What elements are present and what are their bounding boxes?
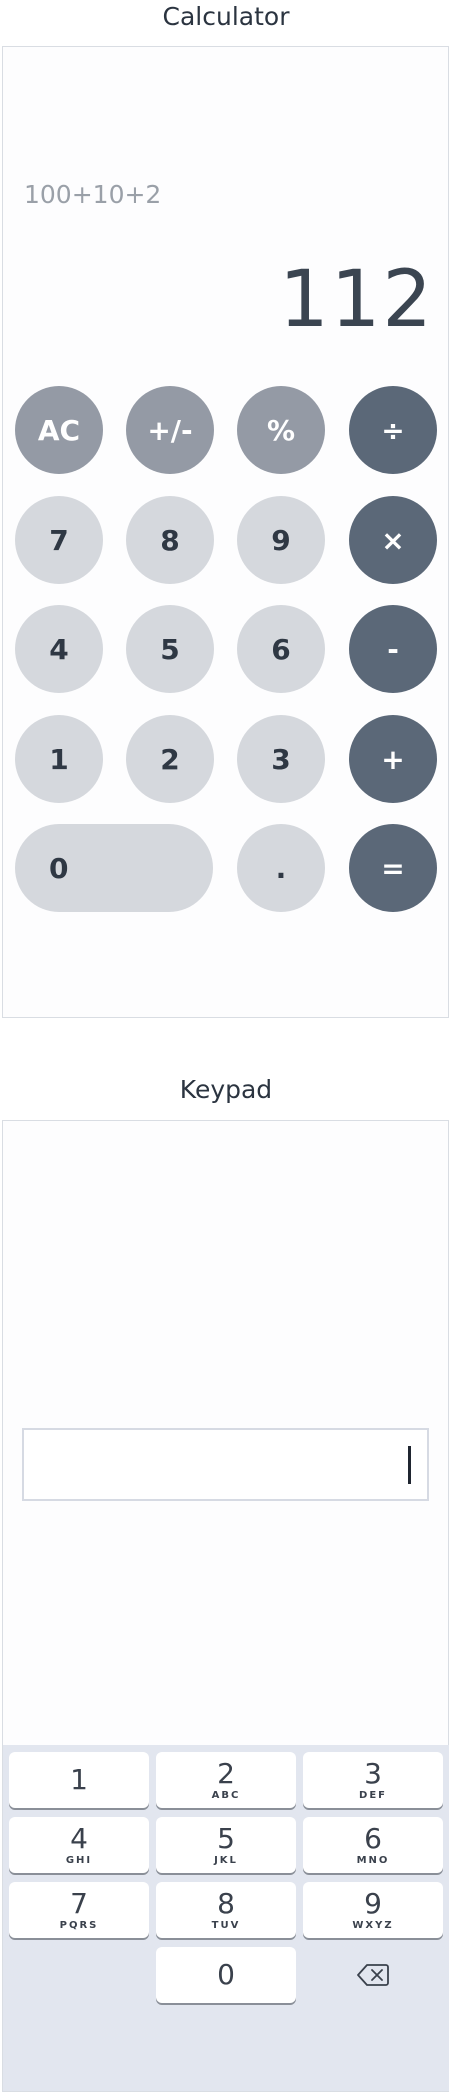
- backspace-icon: [357, 1964, 389, 1986]
- digit-6-button[interactable]: 6: [237, 605, 325, 693]
- key-letters: ABC: [211, 1789, 241, 1801]
- key-letters: DEF: [359, 1789, 387, 1801]
- digit-7-button[interactable]: 7: [15, 496, 103, 584]
- keypad-key-8[interactable]: 8 TUV: [156, 1882, 296, 1938]
- key-letters: TUV: [211, 1919, 241, 1931]
- key-letters: JKL: [214, 1854, 238, 1866]
- text-caret: [408, 1446, 411, 1484]
- keypad-title: Keypad: [179, 1075, 273, 1104]
- keypad-key-2[interactable]: 2 ABC: [156, 1752, 296, 1808]
- multiply-button[interactable]: ×: [349, 496, 437, 584]
- backspace-button[interactable]: [303, 1947, 443, 2003]
- numeric-keypad: 1 2 ABC 3 DEF 4 GHI 5 JKL 6 MNO 7 PQRS 8…: [3, 1745, 449, 2091]
- digit-9-button[interactable]: 9: [237, 496, 325, 584]
- ac-button[interactable]: AC: [15, 386, 103, 474]
- decimal-point-button[interactable]: .: [237, 824, 325, 912]
- key-digit: 1: [70, 1763, 88, 1796]
- key-digit: 6: [364, 1821, 382, 1855]
- key-digit: 3: [364, 1756, 382, 1790]
- digit-5-button[interactable]: 5: [126, 605, 214, 693]
- sign-toggle-button[interactable]: +/-: [126, 386, 214, 474]
- digit-2-button[interactable]: 2: [126, 715, 214, 803]
- equals-button[interactable]: =: [349, 824, 437, 912]
- keypad-key-3[interactable]: 3 DEF: [303, 1752, 443, 1808]
- keypad-key-1[interactable]: 1: [9, 1752, 149, 1808]
- keypad-key-0[interactable]: 0: [156, 1947, 296, 2003]
- key-letters: GHI: [65, 1854, 93, 1866]
- key-digit: 4: [70, 1821, 88, 1855]
- keypad-key-4[interactable]: 4 GHI: [9, 1817, 149, 1873]
- digit-3-button[interactable]: 3: [237, 715, 325, 803]
- key-digit: 2: [217, 1756, 235, 1790]
- key-digit: 9: [364, 1886, 382, 1920]
- key-digit: 8: [217, 1886, 235, 1920]
- keypad-key-6[interactable]: 6 MNO: [303, 1817, 443, 1873]
- digit-8-button[interactable]: 8: [126, 496, 214, 584]
- key-letters: WXYZ: [352, 1919, 394, 1931]
- key-letters: MNO: [356, 1854, 390, 1866]
- minus-button[interactable]: -: [349, 605, 437, 693]
- plus-button[interactable]: +: [349, 715, 437, 803]
- calculator-expression: 100+10+2: [24, 180, 162, 209]
- key-digit: 0: [217, 1958, 235, 1991]
- calculator-result: 112: [279, 255, 434, 345]
- divide-button[interactable]: ÷: [349, 386, 437, 474]
- calculator-title: Calculator: [162, 2, 290, 31]
- digit-0-button[interactable]: 0: [15, 824, 213, 912]
- number-input[interactable]: [22, 1428, 429, 1501]
- digit-1-button[interactable]: 1: [15, 715, 103, 803]
- digit-4-button[interactable]: 4: [15, 605, 103, 693]
- keypad-key-7[interactable]: 7 PQRS: [9, 1882, 149, 1938]
- key-digit: 7: [70, 1886, 88, 1920]
- key-letters: PQRS: [59, 1919, 99, 1931]
- percent-button[interactable]: %: [237, 386, 325, 474]
- keypad-key-5[interactable]: 5 JKL: [156, 1817, 296, 1873]
- keypad-key-9[interactable]: 9 WXYZ: [303, 1882, 443, 1938]
- key-digit: 5: [217, 1821, 235, 1855]
